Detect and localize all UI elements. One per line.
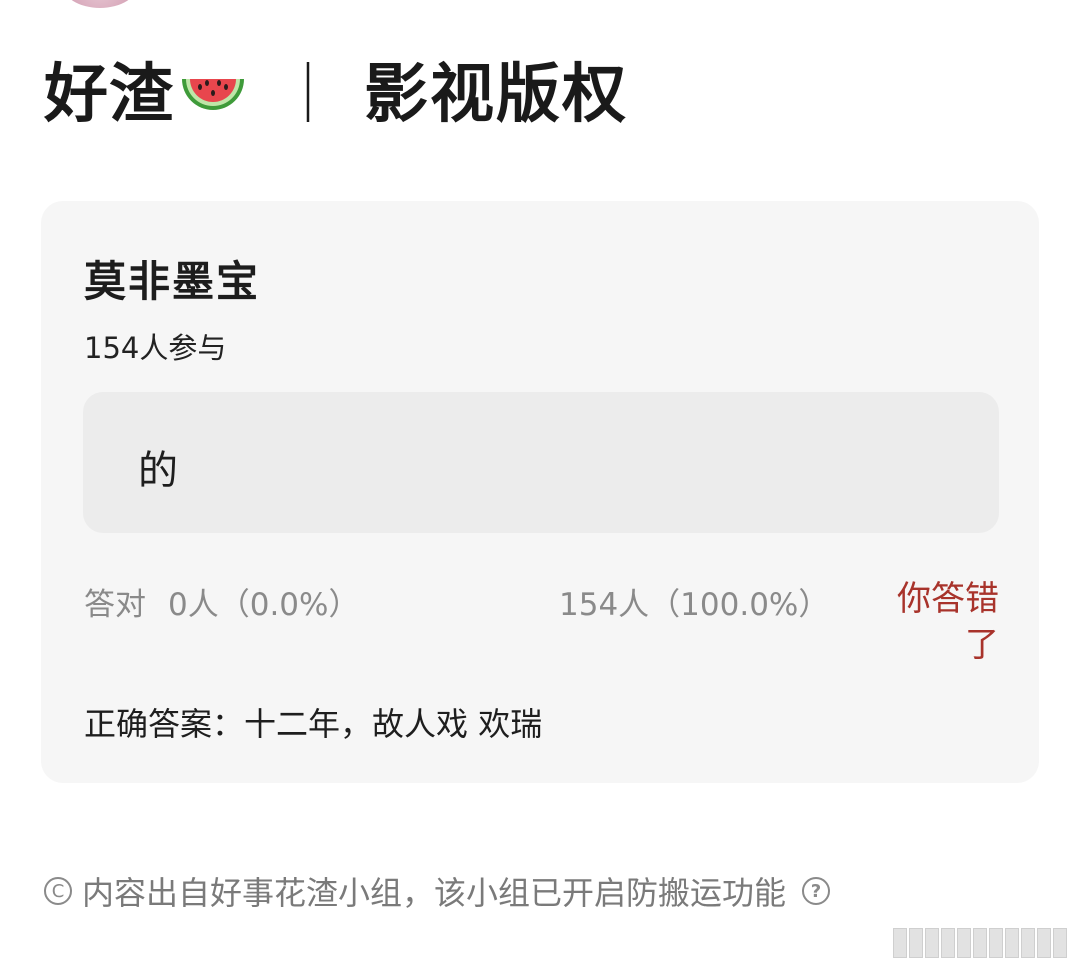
help-icon[interactable]: ?: [802, 877, 831, 905]
footer-text: 内容出自好事花渣小组，该小组已开启防搬运功能: [82, 874, 787, 912]
avatar[interactable]: [62, 0, 138, 8]
quiz-card: 莫非墨宝 154人参与 的 答对 0人（0.0%） 154人（100.0%） 你答…: [41, 201, 1039, 783]
quiz-title: 莫非墨宝: [84, 257, 261, 306]
footer-note: C 内容出自好事花渣小组，该小组已开启防搬运功能 ?: [44, 868, 831, 914]
page-indicator: [893, 928, 1067, 958]
group-name: 好渣: [44, 58, 174, 132]
answer-value: 十二年，故人戏 欢瑞: [244, 705, 543, 743]
quiz-option[interactable]: 的: [83, 392, 999, 533]
copyright-icon: C: [44, 877, 72, 905]
correct-answer: 正确答案：十二年，故人戏 欢瑞: [84, 699, 542, 745]
page: 好渣 ｜ 影视版权 莫非墨宝 154人参与 的 答对 0人（0.0%） 154人（…: [0, 0, 1080, 967]
title-separator: ｜: [278, 59, 338, 130]
page-title: 好渣 ｜ 影视版权: [44, 46, 628, 132]
correct-label: 答对: [84, 587, 146, 623]
topic-name: 影视版权: [364, 58, 628, 132]
option-label: 的: [138, 448, 178, 494]
participant-count: 154人参与: [84, 331, 227, 365]
answer-label: 正确答案：: [84, 705, 245, 743]
correct-value: 0人（0.0%）: [168, 587, 360, 623]
correct-stats: 答对 0人（0.0%）: [84, 579, 359, 624]
watermelon-icon: [182, 79, 244, 110]
wrong-stats: 154人（100.0%）: [559, 587, 830, 623]
result-tag: 你答错了: [897, 579, 999, 665]
